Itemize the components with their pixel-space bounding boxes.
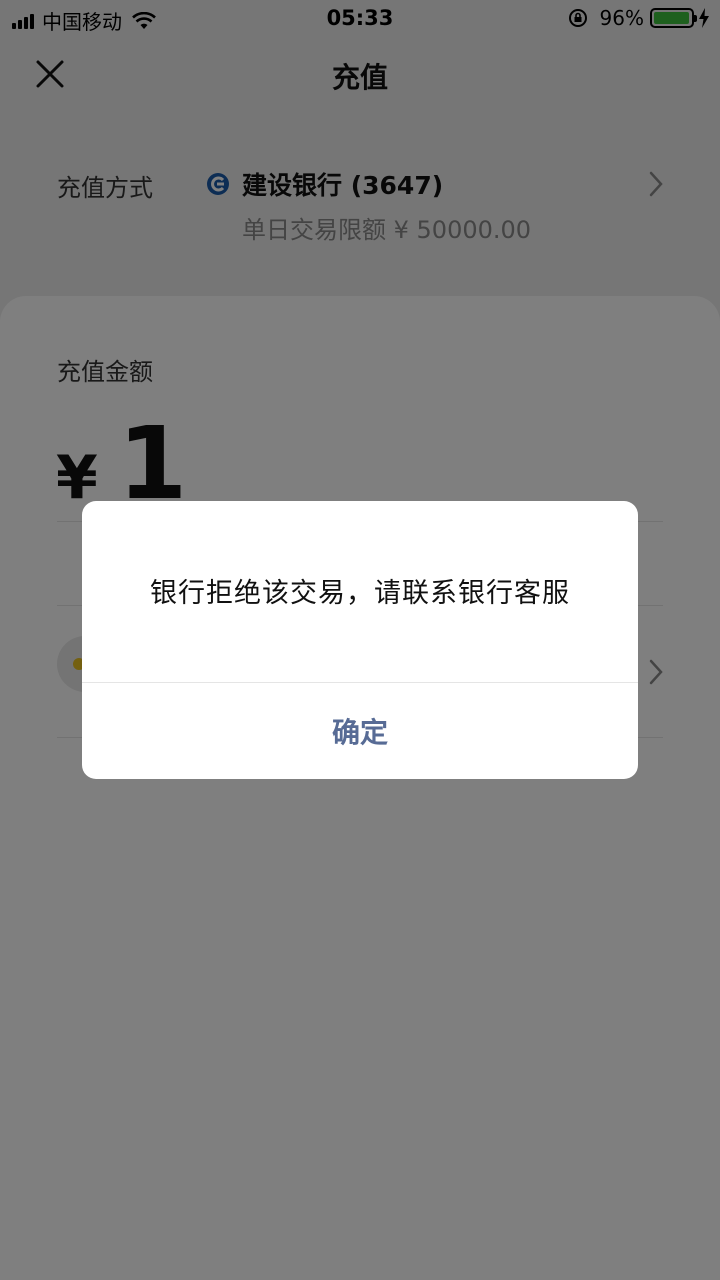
confirm-button[interactable]: 确定 — [82, 683, 638, 779]
dialog-message: 银行拒绝该交易，请联系银行客服 — [150, 578, 570, 609]
alert-dialog: 银行拒绝该交易，请联系银行客服 确定 — [82, 501, 638, 779]
